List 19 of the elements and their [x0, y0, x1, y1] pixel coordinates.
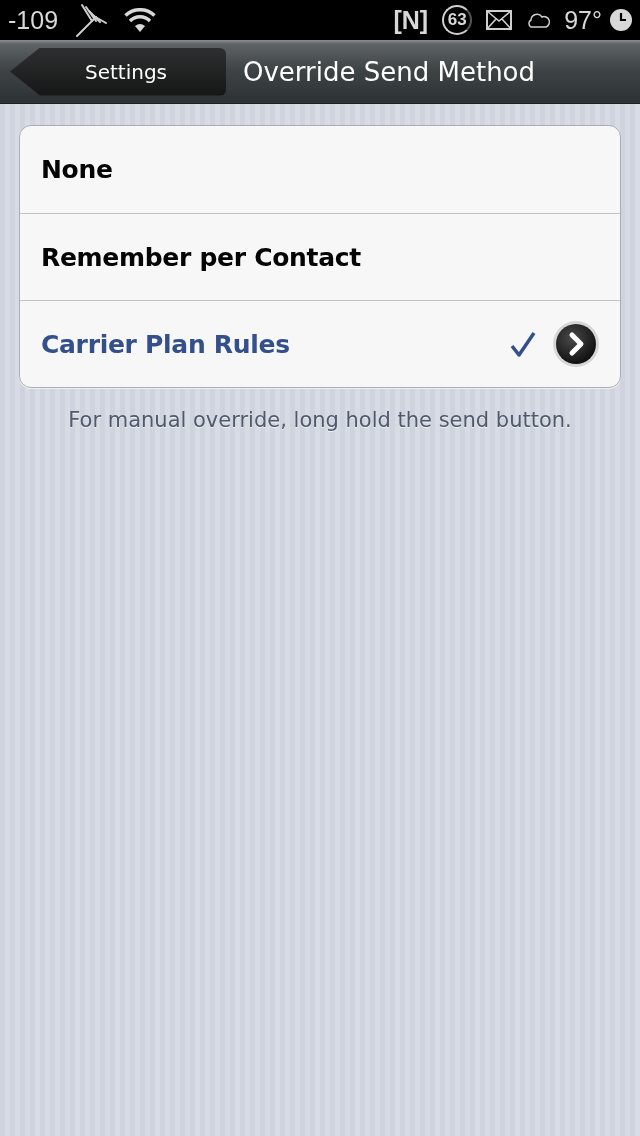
mail-icon — [486, 10, 513, 30]
back-button[interactable]: Settings — [10, 47, 226, 96]
wifi-icon — [124, 8, 157, 32]
option-row[interactable]: Remember per Contact — [20, 213, 620, 300]
screen-title: Override Send Method — [243, 56, 536, 87]
option-label: Remember per Contact — [41, 242, 362, 272]
option-row[interactable]: Carrier Plan Rules — [20, 300, 620, 387]
carrier-logo-icon — [74, 3, 109, 37]
clock-icon — [610, 9, 632, 31]
option-label: Carrier Plan Rules — [41, 329, 291, 359]
signal-strength: -109 — [8, 7, 59, 33]
battery-percent: 63 — [442, 5, 473, 35]
option-row[interactable]: None — [20, 126, 620, 213]
cloud-icon — [526, 12, 551, 28]
notification-label: [N] — [393, 7, 429, 33]
detail-disclosure-icon[interactable] — [552, 320, 600, 368]
temperature: 97° — [564, 7, 602, 33]
footer-hint: For manual override, long hold the send button. — [67, 408, 573, 432]
option-label: None — [41, 155, 114, 184]
